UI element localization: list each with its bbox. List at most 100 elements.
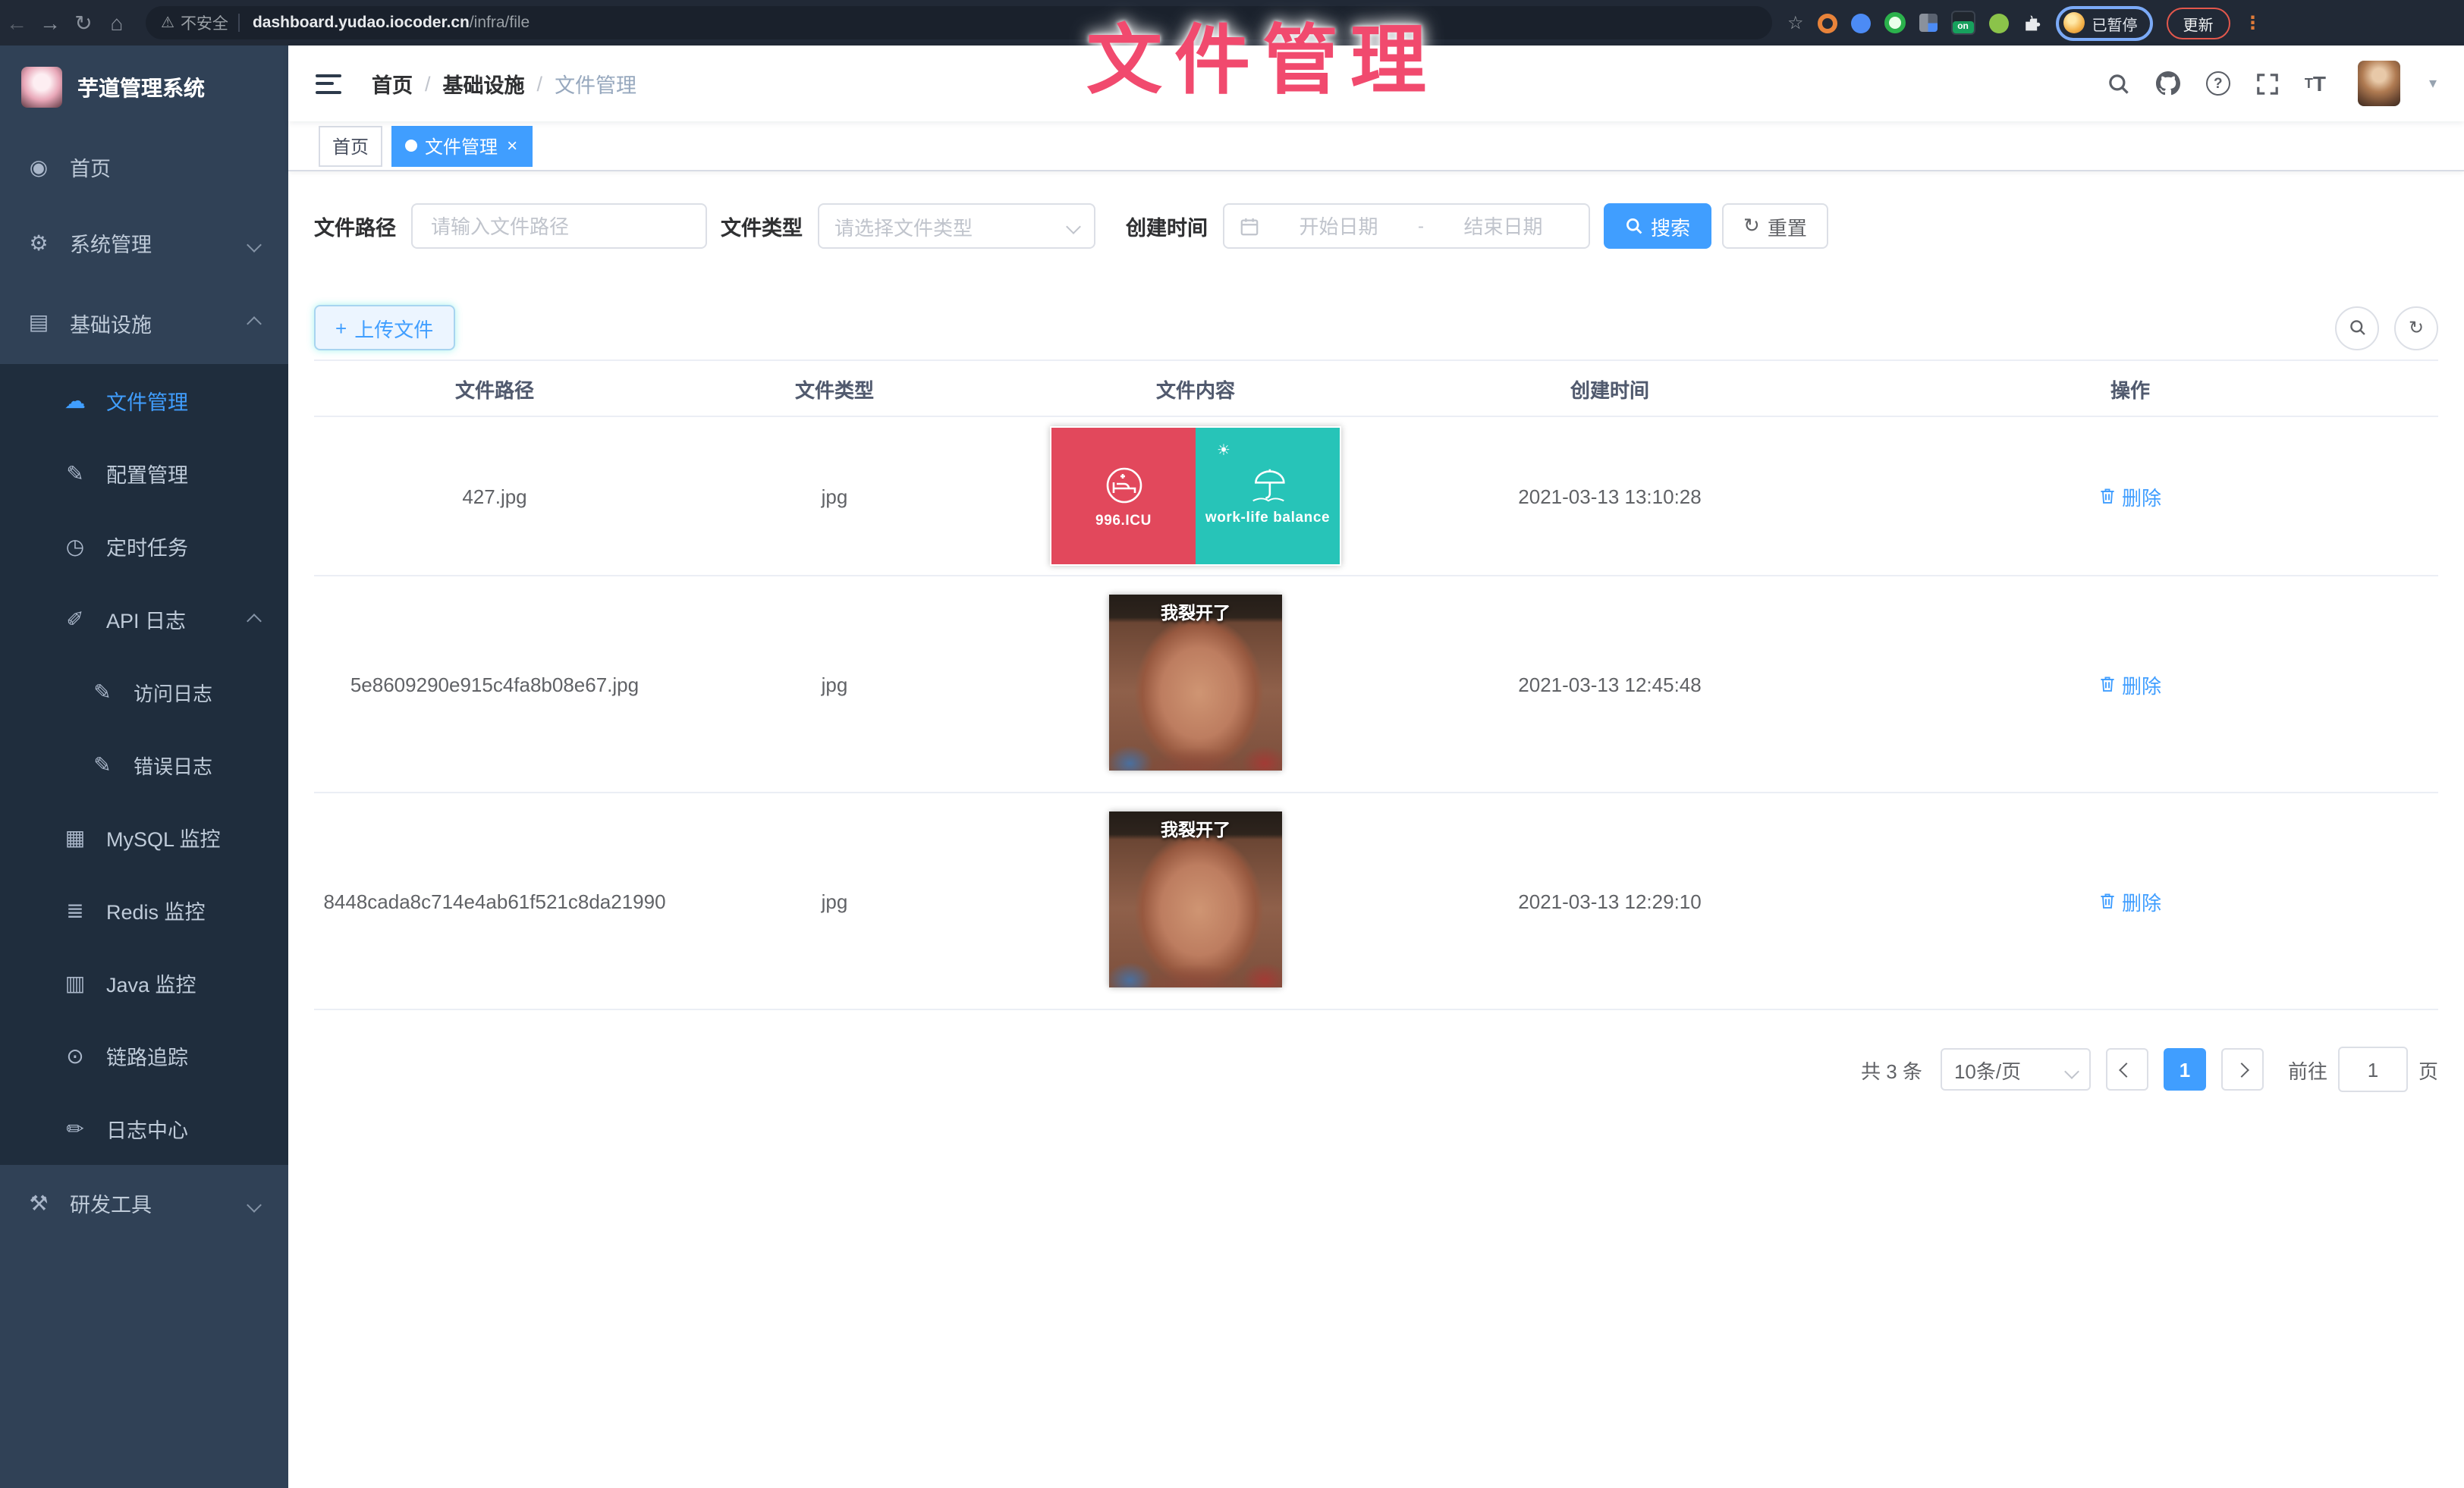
sidebar-item-mysql-monitor[interactable]: ▦ MySQL 监控 (0, 801, 288, 874)
create-time-label: 创建时间 (1126, 211, 1208, 241)
sidebar-item-api-logs[interactable]: ✐ API 日志 (0, 582, 288, 655)
tag-label: 文件管理 (425, 133, 498, 159)
refresh-table-button[interactable]: ↻ (2394, 306, 2438, 350)
help-icon[interactable]: ? (2206, 71, 2230, 96)
chevron-up-icon (249, 311, 259, 334)
user-avatar[interactable] (2358, 61, 2400, 106)
browser-back-icon[interactable]: ← (0, 11, 33, 35)
github-icon[interactable] (2156, 71, 2180, 96)
hamburger-menu-icon[interactable] (316, 74, 341, 93)
breadcrumb-infrastructure[interactable]: 基础设施 (443, 68, 525, 99)
delete-button[interactable]: 删除 (2099, 482, 2161, 510)
goto-page-group: 前往 页 (2288, 1047, 2438, 1092)
tag-label: 首页 (332, 133, 369, 159)
actions-cell: 删除 (1822, 887, 2438, 915)
profile-paused-label: 已暂停 (2092, 11, 2138, 34)
file-path-input[interactable] (428, 213, 690, 239)
app-logo[interactable]: 芋道管理系统 (0, 46, 288, 129)
date-range-separator: - (1418, 215, 1424, 237)
browser-profile-chip[interactable]: 已暂停 (2056, 5, 2153, 40)
sidebar-item-log-center[interactable]: ✏ 日志中心 (0, 1092, 288, 1165)
file-path-label: 文件路径 (314, 211, 396, 241)
file-preview-crying-baby-image: 我裂开了 (1109, 594, 1282, 770)
sidebar-item-java-monitor[interactable]: ▥ Java 监控 (0, 946, 288, 1019)
sidebar-item-trace[interactable]: ⊙ 链路追踪 (0, 1019, 288, 1092)
table-row: 5e8609290e915c4fa8b08e67.jpg jpg 我裂开了 20… (314, 576, 2438, 793)
tag-home[interactable]: 首页 (319, 125, 382, 166)
file-type-placeholder: 请选择文件类型 (834, 212, 973, 240)
fullscreen-icon[interactable] (2256, 72, 2279, 95)
upload-file-button[interactable]: + 上传文件 (314, 305, 454, 350)
meme-caption: 我裂开了 (1109, 817, 1282, 841)
extension-on-toggle-icon[interactable]: on (1951, 11, 1975, 35)
current-page-button[interactable]: 1 (2164, 1048, 2206, 1091)
app-navbar: 首页 / 基础设施 / 文件管理 ? TT (288, 46, 2464, 121)
address-bar[interactable]: ⚠ 不安全 dashboard.yudao.iocoder.cn /infra/… (146, 6, 1772, 39)
search-icon[interactable] (2107, 72, 2130, 95)
search-button[interactable]: 搜索 (1604, 203, 1711, 249)
prev-page-button[interactable] (2106, 1048, 2148, 1091)
file-preview-996icu-image: 996.ICU ☀ work-life balance (1050, 426, 1341, 566)
search-icon (1625, 217, 1643, 235)
996icu-caption: 996.ICU (1095, 512, 1152, 529)
next-page-button[interactable] (2221, 1048, 2264, 1091)
start-date-input[interactable] (1268, 213, 1409, 239)
delete-button[interactable]: 删除 (2099, 670, 2161, 698)
sidebar-item-label: 首页 (70, 152, 111, 182)
not-secure-warning-icon: ⚠ (161, 14, 174, 31)
sidebar-item-file-management[interactable]: ☁ 文件管理 (0, 364, 288, 437)
browser-forward-icon[interactable]: → (33, 11, 67, 35)
reset-button[interactable]: ↻ 重置 (1722, 203, 1828, 249)
table-toolbar: + 上传文件 ↻ (314, 302, 2438, 353)
breadcrumb-separator: / (425, 72, 431, 95)
extension-leaf-icon[interactable] (1989, 13, 2009, 33)
tag-close-icon[interactable]: × (505, 137, 519, 155)
sidebar-item-dev-tools[interactable]: ⚒ 研发工具 (0, 1165, 288, 1241)
extension-orange-icon[interactable] (1818, 13, 1837, 33)
sidebar-item-redis-monitor[interactable]: ≣ Redis 监控 (0, 874, 288, 946)
trash-icon (2099, 487, 2117, 505)
sun-icon: ☀ (1217, 443, 1230, 460)
chevron-down-icon (1068, 212, 1079, 240)
user-dropdown-caret-icon[interactable]: ▾ (2429, 75, 2437, 92)
created-time-cell: 2021-03-13 12:45:48 (1397, 673, 1822, 695)
extension-green-icon[interactable] (1884, 12, 1906, 33)
sidebar-item-system-management[interactable]: ⚙ 系统管理 (0, 205, 288, 281)
tag-file-management[interactable]: 文件管理 × (391, 125, 533, 166)
timer-icon: ◷ (61, 533, 90, 559)
sidebar-item-scheduled-jobs[interactable]: ◷ 定时任务 (0, 510, 288, 582)
delete-button[interactable]: 删除 (2099, 887, 2161, 915)
plus-icon: + (335, 316, 347, 339)
goto-page-input[interactable] (2338, 1047, 2408, 1092)
database-icon: ▦ (61, 824, 90, 850)
trash-icon (2099, 892, 2117, 910)
sidebar-item-label: 定时任务 (106, 531, 188, 561)
breadcrumb-home[interactable]: 首页 (372, 68, 413, 99)
browser-update-button[interactable]: 更新 (2167, 7, 2230, 39)
font-size-icon[interactable]: TT (2305, 71, 2326, 96)
extension-grid-icon[interactable] (1919, 14, 1938, 32)
file-path-cell: 8448cada8c714e4ab61f521c8da21990 (314, 890, 675, 912)
sidebar-item-access-logs[interactable]: ✎ 访问日志 (0, 655, 288, 728)
end-date-input[interactable] (1433, 213, 1573, 239)
delete-label: 删除 (2122, 482, 2161, 510)
delete-label: 删除 (2122, 887, 2161, 915)
sidebar-item-infrastructure[interactable]: ▤ 基础设施 (0, 281, 288, 364)
sidebar-item-config-management[interactable]: ✎ 配置管理 (0, 437, 288, 510)
file-type-select[interactable]: 请选择文件类型 (818, 203, 1095, 249)
sidebar-item-label: 错误日志 (134, 750, 212, 779)
browser-reload-icon[interactable]: ↻ (67, 10, 100, 36)
browser-menu-kebab-icon[interactable]: ⋮ (2244, 12, 2259, 33)
sidebar-item-home[interactable]: ◉ 首页 (0, 129, 288, 205)
sidebar-item-error-logs[interactable]: ✎ 错误日志 (0, 728, 288, 801)
table-row: 427.jpg jpg 996.ICU ☀ work-life balance (314, 417, 2438, 576)
bookmark-star-icon[interactable]: ☆ (1787, 12, 1804, 33)
extension-blue-icon[interactable] (1851, 13, 1871, 33)
extensions-puzzle-icon[interactable] (2022, 13, 2042, 33)
chevron-down-icon (2066, 1058, 2077, 1081)
chevron-down-icon (249, 231, 259, 254)
page-size-select[interactable]: 10条/页 (1941, 1048, 2091, 1091)
toggle-search-button[interactable] (2335, 306, 2379, 350)
browser-home-icon[interactable]: ⌂ (100, 11, 134, 35)
table-row: 8448cada8c714e4ab61f521c8da21990 jpg 我裂开… (314, 793, 2438, 1010)
